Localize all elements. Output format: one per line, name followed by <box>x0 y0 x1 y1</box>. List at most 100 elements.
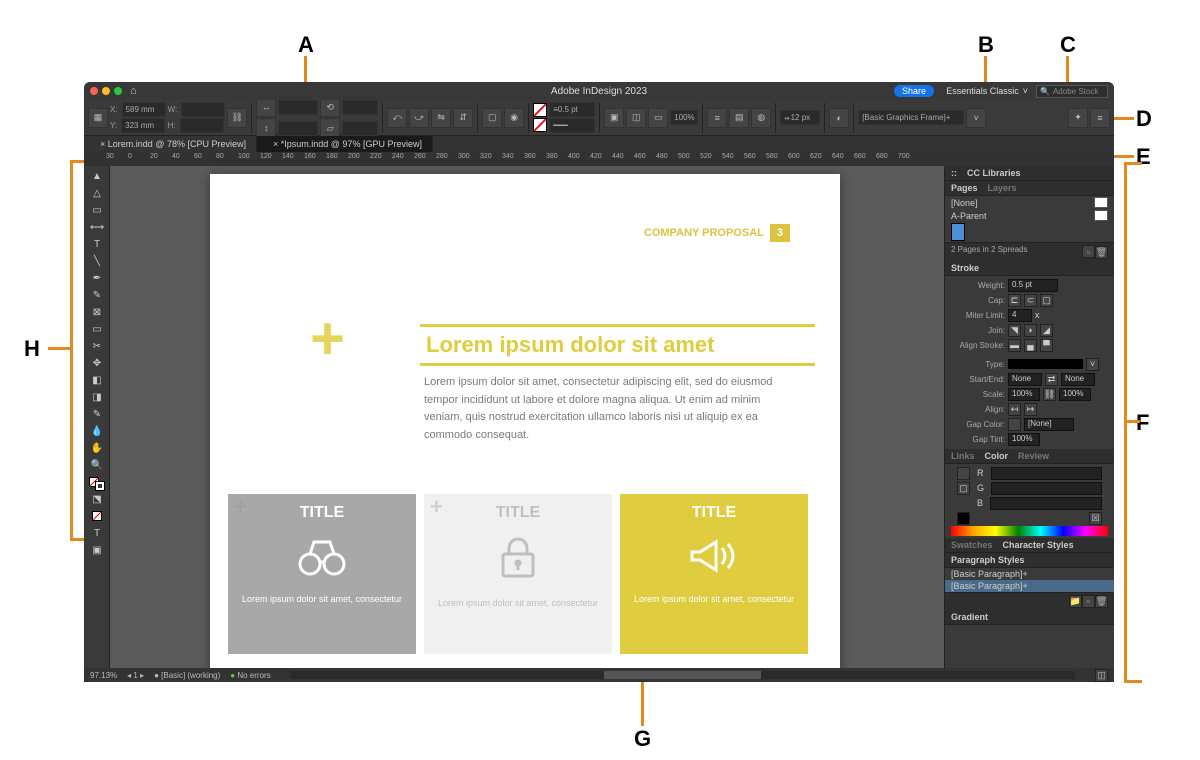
pen-tool[interactable]: ✒ <box>86 270 108 286</box>
style-dropdown-arrow[interactable]: ˅ <box>966 108 986 128</box>
close-icon[interactable]: × <box>273 139 278 149</box>
rectangle-frame-tool[interactable]: ⊠ <box>86 304 108 320</box>
flip-v-icon[interactable]: ⇵ <box>453 108 473 128</box>
color-tab[interactable]: Color <box>985 451 1009 461</box>
align-outside-icon[interactable]: ▀ <box>1040 339 1053 352</box>
page-tool[interactable]: ▭ <box>86 202 108 218</box>
apply-color-text[interactable]: T <box>86 525 108 541</box>
scale1-input[interactable]: 100% <box>1008 388 1040 401</box>
eyedropper-tool[interactable]: 💧 <box>86 423 108 439</box>
y-field[interactable]: 323 mm <box>121 118 165 133</box>
doc-tab-1[interactable]: × Lorem.indd @ 78% [CPU Preview] <box>84 136 257 152</box>
flip-h-icon[interactable]: ⇋ <box>431 108 451 128</box>
scale2-input[interactable]: 100% <box>1059 388 1091 401</box>
g-slider[interactable] <box>991 482 1102 495</box>
ruler-horizontal[interactable]: 3002040608010012014016018020022024026028… <box>84 152 1114 166</box>
view-state[interactable]: ● [Basic] (working) <box>154 671 220 680</box>
selection-tool[interactable]: ▲ <box>86 168 108 184</box>
cap-round-icon[interactable]: ⊂ <box>1024 294 1037 307</box>
scale-x-icon[interactable]: ↔ <box>256 97 276 117</box>
zoom-level[interactable]: 97.13% <box>90 671 117 680</box>
zoom-dot[interactable] <box>114 87 122 95</box>
stroke-type-field[interactable]: ━━━ <box>549 118 595 133</box>
join-bevel-icon[interactable]: ◢ <box>1040 324 1053 337</box>
rotate-ccw-icon[interactable]: ⤺ <box>387 108 407 128</box>
zoom-tool[interactable]: 🔍 <box>86 457 108 473</box>
select-content-icon[interactable]: ◉ <box>504 108 524 128</box>
constrain-icon[interactable]: ⛓ <box>227 108 247 128</box>
para-style-item[interactable]: [Basic Paragraph]+ <box>945 568 1114 580</box>
rotate-cw-icon[interactable]: ⤻ <box>409 108 429 128</box>
master-thumb[interactable] <box>1094 210 1108 221</box>
opacity-icon[interactable]: ◐ <box>829 108 849 128</box>
cc-libraries-panel[interactable]: ::CC Libraries <box>945 166 1114 181</box>
swap-icon[interactable]: ⇄ <box>1045 373 1058 386</box>
pencil-tool[interactable]: ✎ <box>86 287 108 303</box>
align-inside-icon[interactable]: ▄ <box>1024 339 1037 352</box>
fill-frame-icon[interactable]: ◫ <box>626 108 646 128</box>
fill-stroke-swatch[interactable] <box>86 474 108 490</box>
panel-menu-icon[interactable]: ≡ <box>1090 108 1110 128</box>
review-tab[interactable]: Review <box>1018 451 1049 461</box>
type-tool[interactable]: T <box>86 236 108 252</box>
gapcolor-swatch[interactable] <box>1008 418 1021 431</box>
direct-selection-tool[interactable]: △ <box>86 185 108 201</box>
dropdown-icon[interactable]: ˅ <box>1086 358 1099 371</box>
align-center-icon[interactable]: ▬ <box>1008 339 1021 352</box>
gradient-panel-tab[interactable]: Gradient <box>945 610 1114 625</box>
swatches-tab[interactable]: Swatches <box>951 540 993 550</box>
none-master[interactable]: [None] <box>951 198 978 208</box>
new-style-icon[interactable]: ▫ <box>1082 595 1095 608</box>
new-page-icon[interactable]: ▫ <box>1082 245 1095 258</box>
w-field[interactable] <box>181 102 225 117</box>
select-container-icon[interactable]: ▢ <box>482 108 502 128</box>
default-fill-stroke[interactable]: ⬔ <box>86 491 108 507</box>
workspace-switcher[interactable]: Essentials Classic˅ <box>946 86 1028 96</box>
stroke-weight-field[interactable]: ≡ 0.5 pt <box>549 102 595 117</box>
para-style-item-selected[interactable]: [Basic Paragraph]+ <box>945 580 1114 592</box>
stroke-weight-input[interactable]: 0.5 pt <box>1008 279 1058 292</box>
scissors-tool[interactable]: ✂ <box>86 338 108 354</box>
align-out-icon[interactable]: ↦ <box>1024 403 1037 416</box>
structure-icon[interactable]: ◫ <box>1095 669 1108 682</box>
pages-tab[interactable]: Pages <box>951 183 978 193</box>
rotate-icon[interactable]: ⟲ <box>320 97 340 117</box>
fill-swatch[interactable] <box>957 467 970 480</box>
canvas[interactable]: COMPANY PROPOSAL3 + Lorem ipsum dolor si… <box>110 166 944 668</box>
note-tool[interactable]: ✎ <box>86 406 108 422</box>
doc-tab-2[interactable]: × *Ipsum.indd @ 97% [GPU Preview] <box>257 136 433 152</box>
align-in-icon[interactable]: ↤ <box>1008 403 1021 416</box>
join-round-icon[interactable]: ◗ <box>1024 324 1037 337</box>
stroke-swatch[interactable] <box>533 118 547 132</box>
apply-color-box[interactable] <box>86 508 108 524</box>
close-dot[interactable] <box>90 87 98 95</box>
gaptint-input[interactable]: 100% <box>1008 433 1040 446</box>
gradient-feather-tool[interactable]: ◨ <box>86 389 108 405</box>
miter-input[interactable]: 4 <box>1008 309 1032 322</box>
end-dropdown[interactable]: None <box>1061 373 1095 386</box>
quick-apply-icon[interactable]: ✦ <box>1068 108 1088 128</box>
horizontal-scrollbar[interactable] <box>291 671 1075 679</box>
scalex-field[interactable] <box>278 100 318 115</box>
wrap-bbox-icon[interactable]: ▤ <box>729 108 749 128</box>
document-page[interactable]: COMPANY PROPOSAL3 + Lorem ipsum dolor si… <box>210 174 840 668</box>
wrap-none-icon[interactable]: ≡ <box>707 108 727 128</box>
page-thumb-1[interactable] <box>951 223 965 241</box>
links-tab[interactable]: Links <box>951 451 975 461</box>
scale-y-icon[interactable]: ↕ <box>256 118 276 138</box>
share-button[interactable]: Share <box>894 85 934 97</box>
hand-tool[interactable]: ✋ <box>86 440 108 456</box>
ref-point[interactable]: ▦ <box>88 108 108 128</box>
rotate-field[interactable] <box>342 100 378 115</box>
preflight-status[interactable]: ● No errors <box>230 671 270 680</box>
layers-tab[interactable]: Layers <box>988 183 1017 193</box>
autofit-icon[interactable]: ▣ <box>604 108 624 128</box>
shear-icon[interactable]: ▱ <box>320 118 340 138</box>
trash-icon[interactable]: 🗑 <box>1095 246 1108 259</box>
r-slider[interactable] <box>991 467 1103 480</box>
charstyles-tab[interactable]: Character Styles <box>1003 540 1074 550</box>
x-field[interactable]: 589 mm <box>122 102 166 117</box>
fit-content-icon[interactable]: ▭ <box>648 108 668 128</box>
fill-swatch[interactable] <box>533 103 547 117</box>
object-style-dropdown[interactable]: [Basic Graphics Frame]+ <box>858 110 964 125</box>
